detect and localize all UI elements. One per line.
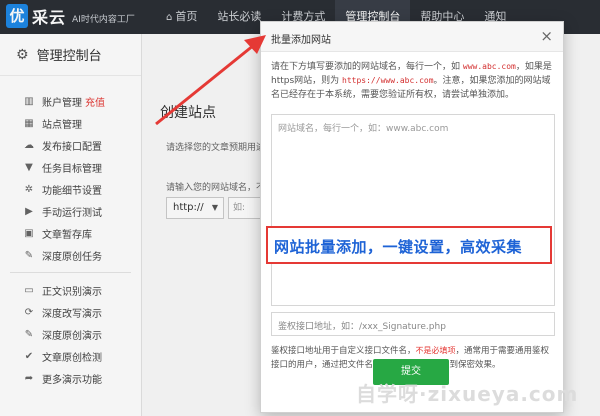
modal-title: 批量添加网站 bbox=[271, 35, 331, 46]
note-text: 鉴权接口地址用于自定义接口文件名， bbox=[271, 346, 416, 356]
example-domain: www.abc.com bbox=[462, 62, 516, 71]
modal-header: 批量添加网站 × bbox=[261, 22, 563, 52]
signature-url-input[interactable]: 鉴权接口地址，如：/xxx_Signature.php bbox=[271, 312, 555, 336]
signature-placeholder: 鉴权接口地址，如：/xxx_Signature.php bbox=[278, 322, 446, 332]
intro-text: 请在下方填写要添加的网站域名，每行一个，如 bbox=[271, 62, 463, 72]
modal-intro: 请在下方填写要添加的网站域名，每行一个，如 www.abc.com，如果是htt… bbox=[271, 60, 555, 102]
watermark: 自学呀·zixueya.com bbox=[356, 382, 579, 406]
textarea-placeholder: 网站域名，每行一个，如：www.abc.com bbox=[278, 124, 449, 134]
example-https-domain: https://www.abc.com bbox=[342, 76, 434, 85]
modal-body: 请在下方填写要添加的网站域名，每行一个，如 www.abc.com，如果是htt… bbox=[271, 60, 555, 370]
callout-box: 网站批量添加，一键设置，高效采集 bbox=[266, 226, 552, 264]
domains-textarea[interactable]: 网站域名，每行一个，如：www.abc.com bbox=[271, 114, 555, 306]
optional-tag: 不是必填项 bbox=[415, 346, 456, 355]
batch-add-modal: 批量添加网站 × 请在下方填写要添加的网站域名，每行一个，如 www.abc.c… bbox=[260, 21, 564, 413]
close-icon[interactable]: × bbox=[540, 27, 553, 45]
callout-text: 网站批量添加，一键设置，高效采集 bbox=[274, 238, 523, 256]
